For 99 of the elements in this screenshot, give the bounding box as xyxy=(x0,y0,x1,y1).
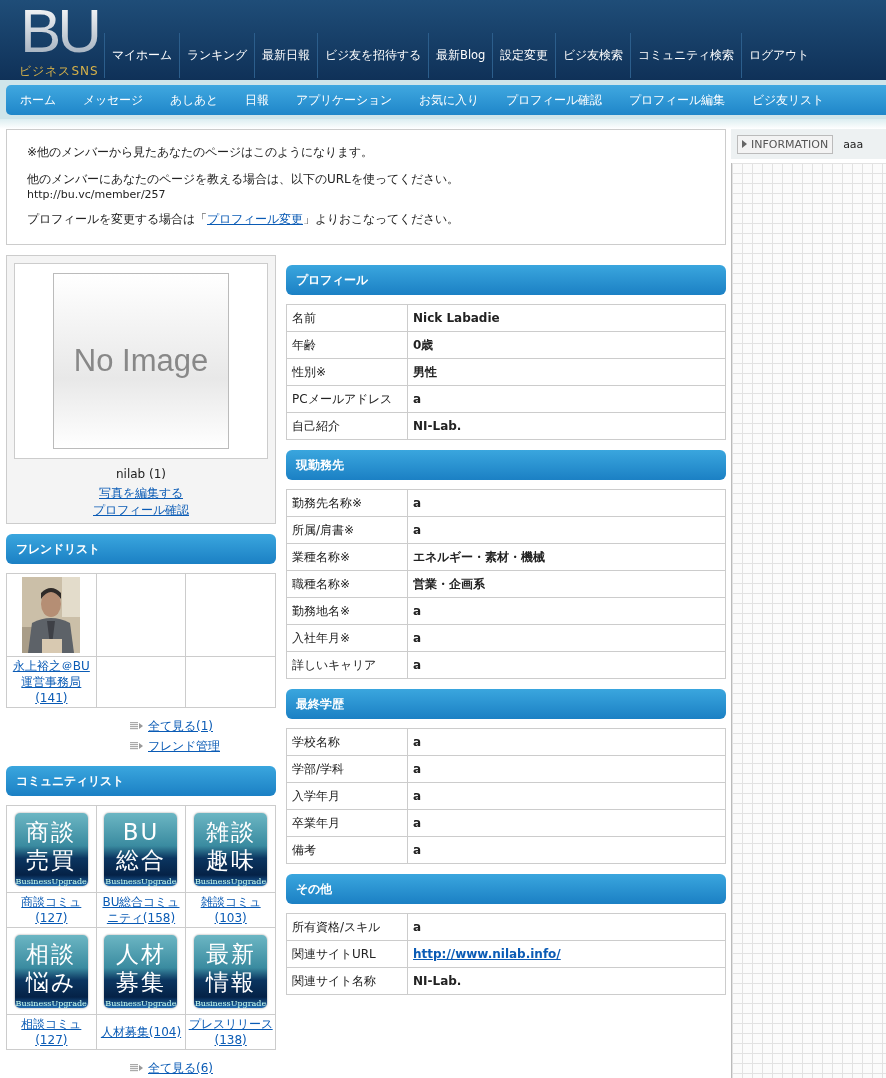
icon-label: 売買 xyxy=(25,845,78,874)
icon-brand: BusinessUpgrade xyxy=(105,876,177,886)
section-header: コミュニティリスト xyxy=(6,766,276,796)
nav-link[interactable]: 最新日報 xyxy=(254,33,317,78)
play-icon xyxy=(742,140,747,148)
nav-link[interactable]: ランキング xyxy=(179,33,254,78)
icon-label: 募集 xyxy=(115,967,167,996)
field-value: 男性 xyxy=(407,358,726,386)
field-label: 勤務地名※ xyxy=(286,597,408,625)
section-header: 最終学歴 xyxy=(286,689,726,719)
field-value: a xyxy=(407,385,726,413)
nav-link[interactable]: 最新Blog xyxy=(428,33,493,78)
field-value: a xyxy=(407,913,726,941)
field-label: 自己紹介 xyxy=(286,412,408,440)
field-value: a xyxy=(407,809,726,837)
icon-label: 最新 xyxy=(204,939,257,968)
field-value: a xyxy=(407,782,726,810)
field-value: NI-Lab. xyxy=(407,967,726,995)
section-header: その他 xyxy=(286,874,726,904)
community-icon[interactable]: 最新 情報 BusinessUpgrade xyxy=(194,934,268,1008)
field-label: 入学年月 xyxy=(286,782,408,810)
member-name: nilab (1) xyxy=(114,467,168,481)
community-icon[interactable]: 相談 悩み BusinessUpgrade xyxy=(14,934,88,1008)
field-label: 勤務先名称※ xyxy=(286,489,408,517)
field-value: a xyxy=(407,755,726,783)
field-value: a xyxy=(407,836,726,864)
field-label: 所属/肩書※ xyxy=(286,516,408,544)
field-value: Nick Labadie xyxy=(407,304,726,332)
icon-brand: BusinessUpgrade xyxy=(105,998,177,1008)
section-header: プロフィール xyxy=(286,265,726,295)
icon-label: BU xyxy=(121,817,161,846)
field-label: 備考 xyxy=(286,836,408,864)
field-value: a xyxy=(407,597,726,625)
field-value: a xyxy=(407,516,726,544)
nav-link[interactable]: 設定変更 xyxy=(492,33,556,78)
field-value: a xyxy=(407,489,726,517)
icon-label: 商談 xyxy=(25,817,78,846)
icon-label: 人材 xyxy=(115,939,167,968)
profile-link[interactable]: 写真を編集する xyxy=(99,486,183,500)
community-icon[interactable]: 商談 売買 BusinessUpgrade xyxy=(14,812,88,886)
dotted-arrow-icon xyxy=(130,742,144,750)
no-image-graphic: No Image xyxy=(53,273,229,449)
field-label: PCメールアドレス xyxy=(286,385,408,413)
information-button[interactable]: INFORMATION xyxy=(737,134,834,154)
icon-brand: BusinessUpgrade xyxy=(15,998,87,1008)
section-header: 現勤務先 xyxy=(286,450,726,480)
nav-link[interactable]: ビジ友検索 xyxy=(555,33,631,78)
notice-text: 」よりおこなってください。 xyxy=(303,212,459,226)
profile-edit-link[interactable]: プロフィール変更 xyxy=(207,212,303,226)
community-icon[interactable]: 人材 募集 BusinessUpgrade xyxy=(104,934,178,1008)
field-label: 詳しいキャリア xyxy=(286,651,408,679)
nav-link[interactable]: ビジ友を招待する xyxy=(317,33,428,78)
icon-brand: BusinessUpgrade xyxy=(194,998,267,1008)
icon-label: 相談 xyxy=(25,939,78,968)
field-value: エネルギー・素材・機械 xyxy=(407,543,726,571)
nav-link[interactable]: マイホーム xyxy=(104,33,179,78)
view-link[interactable]: 全て見る(6) xyxy=(148,1058,213,1078)
field-label: 卒業年月 xyxy=(286,809,408,837)
community-icon[interactable]: 雑談 趣味 BusinessUpgrade xyxy=(194,812,268,886)
nav-link[interactable]: コミュニティ検索 xyxy=(630,33,742,78)
information-text: aaa xyxy=(843,137,864,151)
notice-text: 他のメンバーにあなたのページを教える場合は、以下のURLを使ってください。 xyxy=(27,171,460,188)
field-label: 所有資格/スキル xyxy=(286,913,408,941)
icon-label: 趣味 xyxy=(204,845,257,874)
profile-link[interactable]: プロフィール確認 xyxy=(93,503,189,517)
field-value: a xyxy=(407,728,726,756)
icon-label: 情報 xyxy=(204,967,257,996)
field-value: a xyxy=(407,624,726,652)
field-value: 営業・企画系 xyxy=(407,570,726,598)
member-url: http://bu.vc/member/257 xyxy=(27,188,167,201)
field-label: 入社年月※ xyxy=(286,624,408,652)
notice-text: プロフィールを変更する場合は「 xyxy=(27,212,207,226)
field-label: 関連サイトURL xyxy=(286,940,408,968)
icon-label: 総合 xyxy=(115,845,167,874)
icon-brand: BusinessUpgrade xyxy=(15,876,87,886)
field-label: 性別※ xyxy=(286,358,408,386)
dotted-arrow-icon xyxy=(130,722,144,730)
icon-label: 悩み xyxy=(24,967,78,996)
icon-label: 雑談 xyxy=(204,817,257,846)
field-value: 0歳 xyxy=(407,331,726,359)
icon-brand: BusinessUpgrade xyxy=(194,876,267,886)
field-label: 学校名称 xyxy=(286,728,408,756)
field-label: 関連サイト名称 xyxy=(286,967,408,995)
section-header: フレンドリスト xyxy=(6,534,276,564)
logo-subtitle: ビジネスSNS xyxy=(19,63,99,80)
field-value: a xyxy=(407,651,726,679)
view-link[interactable]: フレンド管理 xyxy=(148,736,220,756)
field-label: 業種名称※ xyxy=(286,543,408,571)
field-label: 年齢 xyxy=(286,331,408,359)
field-value: NI-Lab. xyxy=(407,412,726,440)
nav-link[interactable]: ログアウト xyxy=(741,33,817,78)
community-link[interactable]: BU総合コミュニティ(158) xyxy=(98,894,184,926)
field-label: 学部/学科 xyxy=(286,755,408,783)
view-link[interactable]: 全て見る(1) xyxy=(148,716,213,736)
field-label: 職種名称※ xyxy=(286,570,408,598)
dotted-arrow-icon xyxy=(130,1064,144,1072)
community-icon[interactable]: BU 総合 BusinessUpgrade xyxy=(104,812,178,886)
field-label: 名前 xyxy=(286,304,408,332)
notice-text: ※他のメンバーから見たあなたのページはこのようになります。 xyxy=(27,144,375,161)
